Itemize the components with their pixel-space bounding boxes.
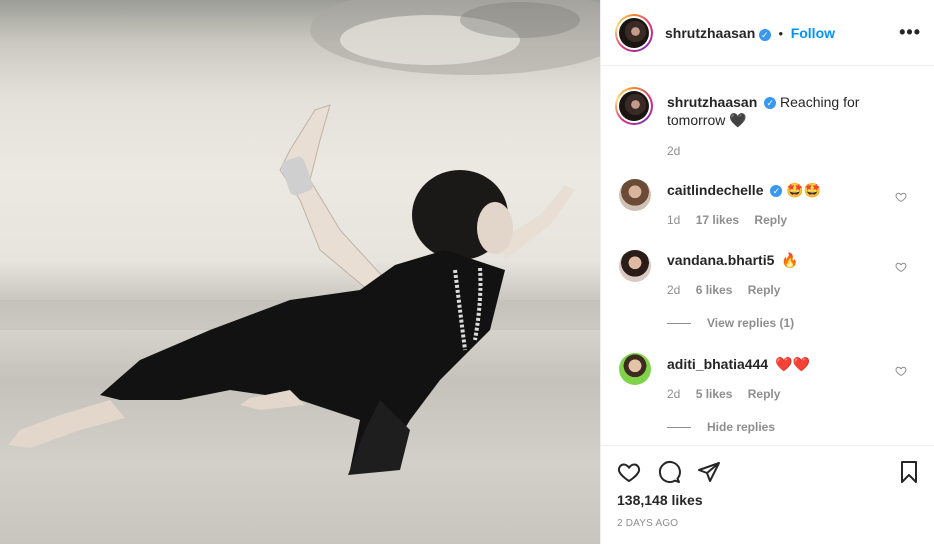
commenter-avatar[interactable] — [619, 250, 651, 282]
reply-button[interactable]: Reply — [754, 213, 787, 227]
comments-section: shrutzhaasan ✓ Reaching for tomorrow 🖤 2… — [601, 67, 934, 445]
replies-divider-line — [667, 427, 691, 429]
paper-plane-icon[interactable] — [697, 460, 721, 484]
comment-username[interactable]: vandana.bharti5 — [667, 252, 774, 268]
comment-meta: 1d 17 likes Reply — [667, 213, 799, 227]
post-photo[interactable] — [0, 0, 600, 544]
comment: vandana.bharti5 🔥 — [667, 251, 799, 269]
comment-bubble-icon[interactable] — [657, 460, 681, 484]
comment-likes[interactable]: 5 likes — [696, 387, 733, 401]
verified-badge-icon: ✓ — [770, 185, 783, 198]
caption: shrutzhaasan ✓ Reaching for tomorrow 🖤 — [667, 93, 887, 129]
comment-likes[interactable]: 6 likes — [696, 283, 733, 297]
comment-age[interactable]: 1d — [667, 213, 680, 227]
replies-divider-line — [667, 323, 691, 325]
view-replies-button[interactable]: View replies (1) — [667, 316, 794, 330]
comment-likes[interactable]: 17 likes — [696, 213, 739, 227]
post-timestamp[interactable]: 2 DAYS AGO — [617, 518, 678, 529]
heart-icon[interactable] — [617, 460, 641, 484]
separator-dot: • — [778, 26, 784, 41]
hide-replies-button[interactable]: Hide replies — [667, 420, 775, 434]
caption-username[interactable]: shrutzhaasan — [667, 94, 757, 110]
comment: aditi_bhatia444 ❤️❤️ — [667, 355, 810, 373]
comment-age[interactable]: 2d — [667, 283, 680, 297]
caption-meta: 2d — [667, 144, 692, 158]
comment-username[interactable]: aditi_bhatia444 — [667, 356, 768, 372]
ellipsis-icon[interactable]: ••• — [899, 22, 921, 43]
commenter-avatar[interactable] — [619, 353, 651, 385]
post-side-panel: shrutzhaasan ✓ • Follow ••• shrutzhaasan… — [600, 0, 934, 544]
like-count[interactable]: 138,148 likes — [617, 492, 703, 508]
view-replies-label[interactable]: View replies (1) — [707, 316, 794, 330]
post-header: shrutzhaasan ✓ • Follow ••• — [601, 0, 934, 66]
comment-text: 🤩🤩 — [786, 182, 822, 198]
comment-username[interactable]: caitlindechelle — [667, 182, 763, 198]
comment-age[interactable]: 2d — [667, 387, 680, 401]
post-actions: 138,148 likes 2 DAYS AGO — [601, 445, 934, 544]
hide-replies-label[interactable]: Hide replies — [707, 420, 775, 434]
verified-badge-icon: ✓ — [758, 28, 771, 41]
author-username[interactable]: shrutzhaasan — [665, 25, 755, 41]
verified-badge-icon: ✓ — [764, 97, 777, 110]
comment-meta: 2d 6 likes Reply — [667, 283, 792, 297]
heart-icon[interactable] — [895, 261, 907, 273]
comment: caitlindechelle ✓ 🤩🤩 — [667, 181, 821, 199]
bookmark-icon[interactable] — [897, 460, 921, 484]
caption-age[interactable]: 2d — [667, 144, 680, 158]
comment-text: 🔥 — [781, 252, 799, 268]
caption-avatar[interactable] — [615, 87, 653, 125]
reply-button[interactable]: Reply — [748, 387, 781, 401]
comment-text: ❤️❤️ — [775, 356, 810, 372]
heart-icon[interactable] — [895, 365, 907, 377]
commenter-avatar[interactable] — [619, 179, 651, 211]
heart-icon[interactable] — [895, 191, 907, 203]
underwater-woman-image — [0, 0, 600, 475]
reply-button[interactable]: Reply — [748, 283, 781, 297]
author-avatar[interactable] — [615, 14, 653, 52]
comment-meta: 2d 5 likes Reply — [667, 387, 792, 401]
follow-button[interactable]: Follow — [791, 25, 835, 41]
